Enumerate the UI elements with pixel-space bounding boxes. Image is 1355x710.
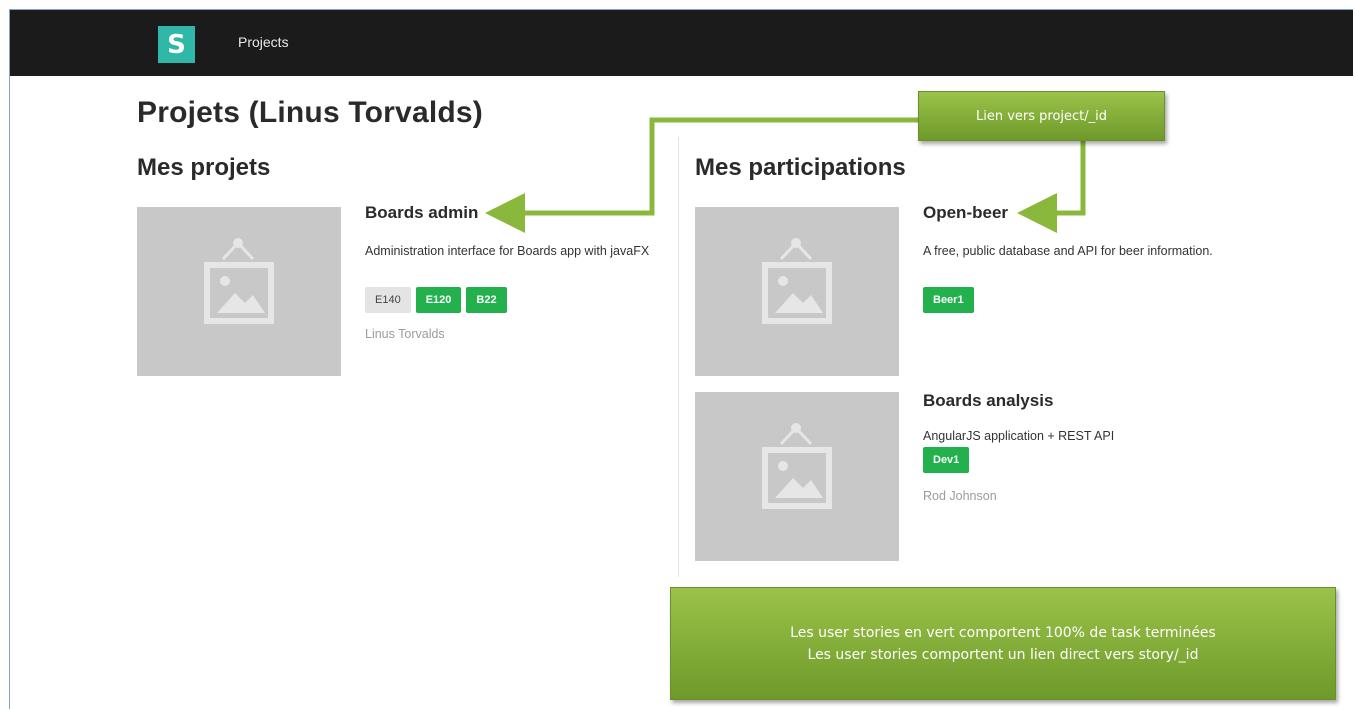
project-owner: Linus Torvalds xyxy=(365,327,445,341)
column-divider xyxy=(678,137,679,577)
stories-annotation-line2: Les user stories comportent un lien dire… xyxy=(807,646,1199,663)
story-badges: E140 E120 B22 xyxy=(365,287,507,313)
story-badges: Beer1 xyxy=(923,287,974,313)
image-placeholder-icon xyxy=(762,238,832,324)
nav-projects-link[interactable]: Projects xyxy=(238,34,289,50)
project-thumbnail[interactable] xyxy=(695,392,899,561)
top-navbar xyxy=(10,10,1353,76)
story-badge[interactable]: B22 xyxy=(466,287,507,313)
story-badge[interactable]: E120 xyxy=(415,287,462,313)
project-name-boards-analysis[interactable]: Boards analysis xyxy=(923,391,1053,411)
story-badge[interactable]: E140 xyxy=(365,287,411,313)
project-description: AngularJS application + REST API xyxy=(923,429,1115,443)
project-thumbnail[interactable] xyxy=(137,207,341,376)
my-projects-heading: Mes projets xyxy=(137,154,271,181)
story-badge[interactable]: Beer1 xyxy=(923,287,974,313)
link-annotation: Lien vers project/_id xyxy=(918,91,1165,141)
app-logo[interactable]: S xyxy=(158,26,195,63)
project-name-open-beer[interactable]: Open-beer xyxy=(923,203,1008,223)
project-thumbnail[interactable] xyxy=(695,207,899,376)
project-owner: Rod Johnson xyxy=(923,489,997,503)
project-description: A free, public database and API for beer… xyxy=(923,244,1213,258)
story-badges: Dev1 xyxy=(923,447,970,473)
project-name-boards-admin[interactable]: Boards admin xyxy=(365,203,478,223)
story-badge[interactable]: Dev1 xyxy=(923,447,970,473)
page-title: Projets (Linus Torvalds) xyxy=(137,96,483,129)
participations-heading: Mes participations xyxy=(695,154,906,181)
image-placeholder-icon xyxy=(204,238,274,324)
project-description: Administration interface for Boards app … xyxy=(365,244,650,258)
stories-annotation-line1: Les user stories en vert comportent 100%… xyxy=(790,624,1216,641)
image-placeholder-icon xyxy=(762,423,832,509)
link-annotation-text: Lien vers project/_id xyxy=(975,108,1108,124)
stories-annotation: Les user stories en vert comportent 100%… xyxy=(670,587,1336,700)
